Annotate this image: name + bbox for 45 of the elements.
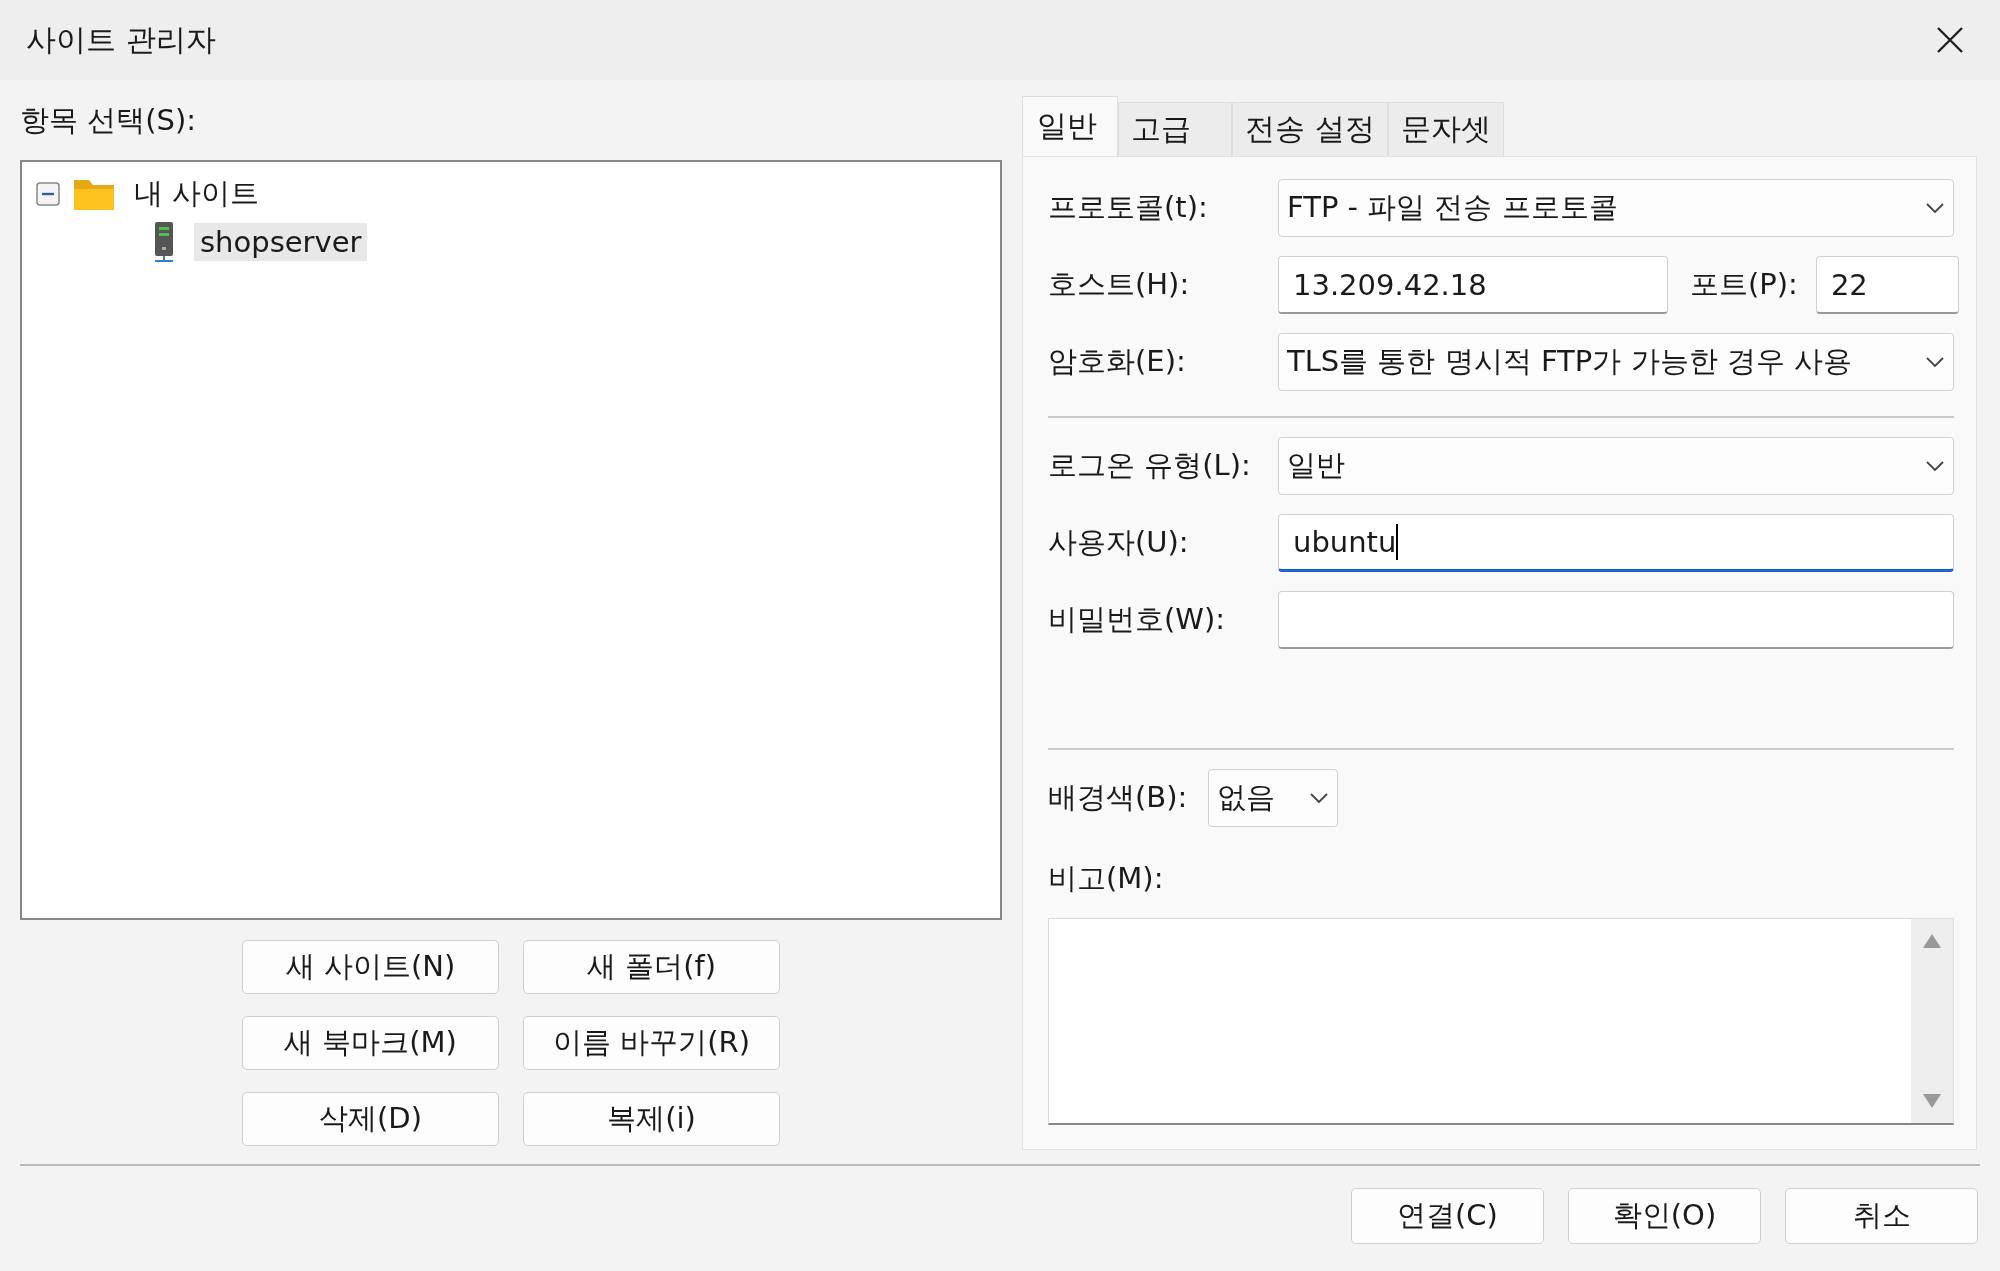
field-label: 로그온 유형(L): xyxy=(1048,447,1252,484)
field-label: 비고(M): xyxy=(1048,860,1165,897)
field-label: 비밀번호(W): xyxy=(1048,601,1227,638)
field-label: 프로토콜(t): xyxy=(1048,189,1209,226)
scroll-down-icon xyxy=(1922,1093,1942,1109)
scrollbar[interactable] xyxy=(1911,919,1953,1123)
tab[interactable]: 전송 설정 xyxy=(1232,102,1388,156)
tree-item[interactable]: shopserver xyxy=(194,223,368,261)
port-field[interactable]: 22 xyxy=(1815,256,1959,314)
field-label: 호스트(H): xyxy=(1048,266,1191,303)
field-label: 사용자(U): xyxy=(1048,524,1190,561)
comments-field[interactable] xyxy=(1048,918,1954,1125)
dropdown[interactable]: 없음 xyxy=(1208,769,1338,827)
server-icon xyxy=(152,221,176,263)
site-action-button[interactable]: 복제(i) xyxy=(523,1092,780,1146)
field-label: 암호화(E): xyxy=(1048,343,1187,380)
dialog-button[interactable]: 취소 xyxy=(1785,1188,1978,1244)
dropdown[interactable]: TLS를 통한 명시적 FTP가 가능한 경우 사용 xyxy=(1278,333,1954,391)
site-action-button[interactable]: 이름 바꾸기(R) xyxy=(523,1016,780,1070)
site-action-button[interactable]: 새 폴더(f) xyxy=(523,940,780,994)
site-action-button[interactable]: 새 사이트(N) xyxy=(242,940,499,994)
chevron-down-icon xyxy=(1925,460,1945,472)
input-field[interactable] xyxy=(1278,591,1954,649)
field-label: 배경색(B): xyxy=(1048,779,1189,816)
collapse-icon[interactable] xyxy=(36,182,60,206)
dialog-button[interactable]: 연결(C) xyxy=(1351,1188,1544,1244)
input-field[interactable]: ubuntu xyxy=(1278,514,1954,572)
chevron-down-icon xyxy=(1925,202,1945,214)
site-action-button[interactable]: 새 북마크(M) xyxy=(242,1016,499,1070)
site-list-label: 항목 선택(S): xyxy=(20,102,198,139)
chevron-down-icon xyxy=(1309,792,1329,804)
tab[interactable]: 일반 xyxy=(1022,96,1118,156)
tab[interactable]: 고급 xyxy=(1118,102,1232,156)
tab[interactable]: 문자셋 xyxy=(1387,102,1504,156)
field-label: 포트(P): xyxy=(1689,266,1799,303)
close-icon xyxy=(1935,25,1965,55)
host-field[interactable]: 13.209.42.18 xyxy=(1278,256,1668,314)
chevron-down-icon xyxy=(1925,356,1945,368)
dialog-button[interactable]: 확인(O) xyxy=(1568,1188,1761,1244)
dropdown[interactable]: 일반 xyxy=(1278,437,1954,495)
dropdown[interactable]: FTP - 파일 전송 프로토콜 xyxy=(1278,179,1954,237)
scroll-up-icon xyxy=(1922,933,1942,949)
tree-item[interactable]: 내 사이트 xyxy=(128,172,266,216)
window-title: 사이트 관리자 xyxy=(26,20,216,59)
site-action-button[interactable]: 삭제(D) xyxy=(242,1092,499,1146)
